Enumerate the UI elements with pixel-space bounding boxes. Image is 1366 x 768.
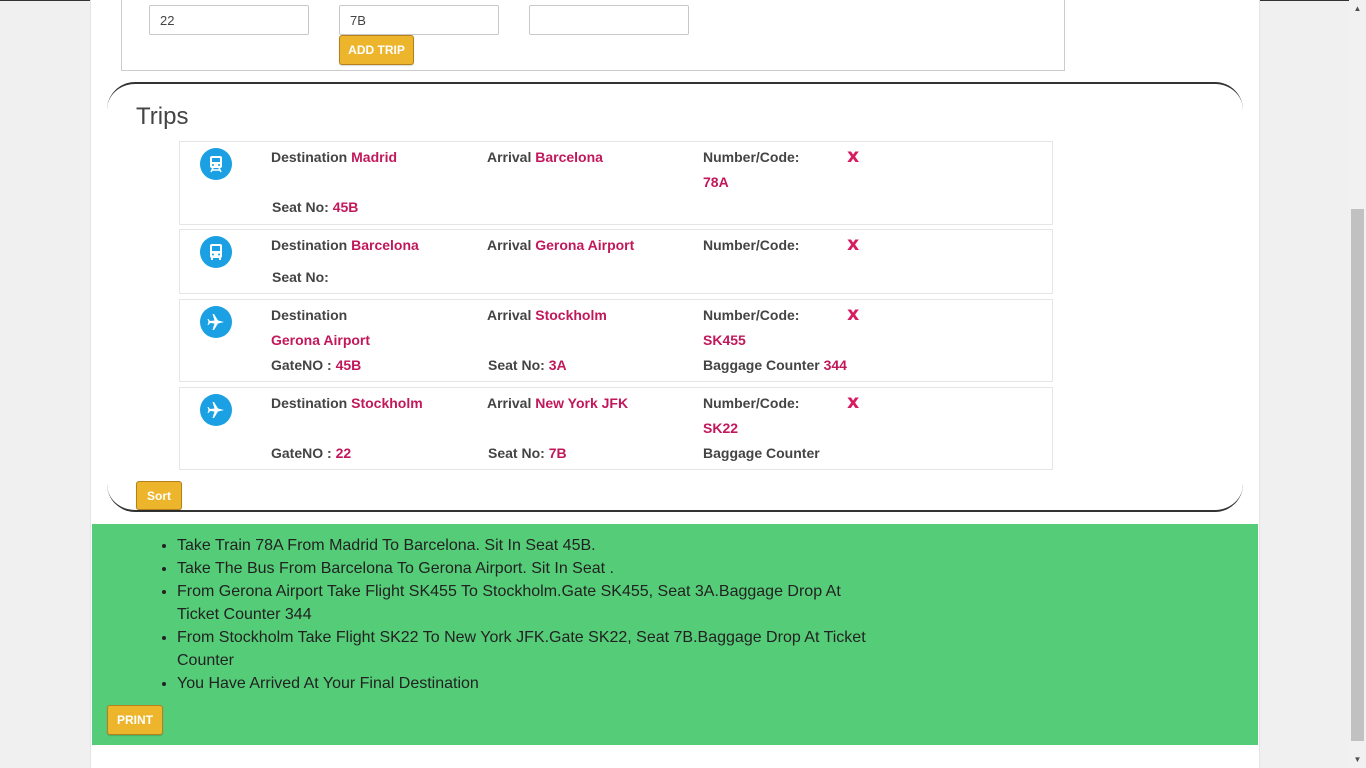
baggage-label: Baggage Counter (703, 357, 820, 373)
arrival-value: Barcelona (535, 149, 603, 165)
arrival-field: Arrival Stockholm (487, 307, 607, 323)
number-label: Number/Code: (703, 395, 800, 411)
destination-field: Destination Madrid (271, 149, 397, 165)
arrival-field: Arrival Gerona Airport (487, 237, 634, 253)
baggage-value: 344 (823, 357, 847, 373)
remove-trip-button[interactable]: x (847, 304, 859, 324)
destination-label: Destination (271, 395, 348, 411)
seat-field: Seat No: 45B (272, 199, 358, 215)
destination-label: Destination (271, 237, 348, 253)
arrival-label: Arrival (487, 395, 532, 411)
instruction-item: From Gerona Airport Take Flight SK455 To… (177, 580, 877, 626)
arrival-value: Gerona Airport (535, 237, 635, 253)
baggage-field: Baggage Counter 344 (703, 357, 847, 373)
train-icon (200, 148, 232, 180)
seat-label: Seat No: (488, 357, 545, 373)
vertical-scrollbar[interactable]: ▲ ▼ (1349, 0, 1366, 768)
airplane-icon (200, 394, 232, 426)
scroll-down-icon[interactable]: ▼ (1349, 751, 1366, 768)
gate-label: GateNO (271, 445, 324, 461)
trip-card-2: Destination Barcelona Arrival Gerona Air… (179, 229, 1053, 294)
number-label: Number/Code: (703, 149, 800, 165)
instruction-item: From Stockholm Take Flight SK22 To New Y… (177, 626, 877, 672)
instructions-panel: Take Train 78A From Madrid To Barcelona.… (92, 524, 1258, 745)
number-label: Number/Code: (703, 237, 800, 253)
trip-card-3: Destination Gerona Airport Arrival Stock… (179, 299, 1053, 382)
scroll-thumb[interactable] (1351, 209, 1364, 741)
gate-field: GateNO : 45B (271, 357, 361, 373)
trips-title: Trips (136, 103, 189, 130)
seat-value: 3A (548, 357, 567, 373)
number-value: 78A (703, 174, 729, 190)
gate-separator: : (327, 357, 332, 373)
seat-label: Seat No: (488, 445, 545, 461)
destination-value: Barcelona (351, 237, 419, 253)
arrival-field: Arrival New York JFK (487, 395, 628, 411)
destination-label: Destination (271, 307, 348, 323)
scroll-up-icon[interactable]: ▲ (1349, 0, 1366, 17)
remove-trip-button[interactable]: x (847, 234, 859, 254)
bus-icon (200, 236, 232, 268)
instruction-item: Take Train 78A From Madrid To Barcelona.… (177, 534, 877, 557)
trip-card-1: Destination Madrid Arrival Barcelona Num… (179, 141, 1053, 225)
remove-trip-button[interactable]: x (847, 392, 859, 412)
print-button[interactable]: PRINT (107, 705, 163, 735)
seat-field: Seat No: 3A (488, 357, 567, 373)
baggage-label: Baggage Counter (703, 445, 820, 461)
destination-value: Stockholm (351, 395, 423, 411)
arrival-label: Arrival (487, 307, 532, 323)
remove-trip-button[interactable]: x (847, 146, 859, 166)
number-label: Number/Code: (703, 307, 800, 323)
trip-card-4: Destination Stockholm Arrival New York J… (179, 387, 1053, 470)
destination-value: Madrid (351, 149, 398, 165)
arrival-label: Arrival (487, 149, 532, 165)
instructions-list: Take Train 78A From Madrid To Barcelona.… (154, 534, 877, 695)
seat-field: Seat No: 7B (488, 445, 567, 461)
destination-value: Gerona Airport (271, 332, 371, 348)
destination-field: Destination Barcelona (271, 237, 419, 253)
arrival-value: New York JFK (535, 395, 629, 411)
number-value: SK455 (703, 332, 746, 348)
seat-label: Seat No: (272, 269, 329, 285)
seat-field: Seat No: (272, 269, 329, 285)
instruction-item: Take The Bus From Barcelona To Gerona Ai… (177, 557, 877, 580)
number-value: SK22 (703, 420, 739, 436)
destination-label: Destination (271, 149, 348, 165)
gate-label: GateNO (271, 357, 324, 373)
instruction-item: You Have Arrived At Your Final Destinati… (177, 672, 877, 695)
arrival-field: Arrival Barcelona (487, 149, 603, 165)
seat-input[interactable] (339, 5, 499, 35)
airplane-icon (200, 306, 232, 338)
sort-button[interactable]: Sort (136, 481, 182, 510)
gate-separator: : (327, 445, 332, 461)
arrival-label: Arrival (487, 237, 532, 253)
gate-input[interactable] (149, 5, 309, 35)
arrival-value: Stockholm (535, 307, 607, 323)
seat-label: Seat No: (272, 199, 329, 215)
baggage-field: Baggage Counter (703, 445, 820, 461)
seat-value: 45B (332, 199, 359, 215)
destination-field: Destination Stockholm (271, 395, 423, 411)
baggage-input[interactable] (529, 5, 689, 35)
gate-field: GateNO : 22 (271, 445, 351, 461)
gate-value: 22 (335, 445, 352, 461)
gate-value: 45B (335, 357, 362, 373)
add-trip-button[interactable]: ADD TRIP (339, 35, 414, 65)
seat-value: 7B (548, 445, 567, 461)
